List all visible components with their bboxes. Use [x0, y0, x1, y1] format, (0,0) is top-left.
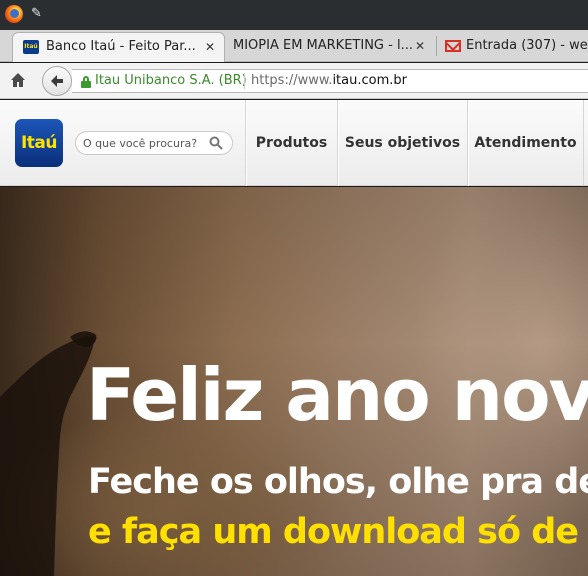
tab-itau[interactable]: Itaú Banco Itaú - Feito Par... ✕ — [12, 32, 225, 62]
site-header: Itaú Produtos Seus objetivos Atendimento — [0, 100, 588, 186]
url-text[interactable]: https://www.itau.com.br — [251, 73, 407, 88]
nav-atendimento[interactable]: Atendimento — [467, 100, 583, 186]
url-domain: itau.com.br — [332, 73, 407, 88]
url-prefix: https://www. — [251, 73, 333, 88]
home-icon[interactable] — [10, 72, 26, 88]
site-identity[interactable]: Itau Unibanco S.A. (BR) — [95, 73, 247, 88]
firefox-logo-icon[interactable] — [5, 5, 23, 23]
back-arrow-icon — [51, 75, 63, 87]
hero-title: Feliz ano novo — [86, 353, 588, 437]
pin-icon[interactable]: ✎ — [31, 6, 42, 22]
tab-miopia[interactable]: MIOPIA EM MARKETING - l... ✕ — [228, 32, 434, 62]
window-titlebar: ✎ — [0, 0, 588, 30]
hero-subtitle: Feche os olhos, olhe pra dentro — [88, 462, 588, 502]
close-tab-icon[interactable]: ✕ — [205, 33, 215, 61]
back-button[interactable] — [42, 66, 72, 96]
hero-tagline: e faça um download só de coisas boas — [88, 512, 588, 552]
lock-icon[interactable] — [81, 76, 91, 88]
search-input[interactable] — [83, 135, 203, 151]
nav-seus-objetivos[interactable]: Seus objetivos — [337, 100, 467, 186]
site-search[interactable] — [75, 131, 233, 155]
tab-strip: Itaú Banco Itaú - Feito Par... ✕ MIOPIA … — [0, 30, 588, 62]
tab-label: Entrada (307) - wes — [466, 38, 588, 53]
nav-edge — [583, 100, 588, 186]
search-icon[interactable] — [209, 136, 223, 150]
tab-label: Banco Itaú - Feito Par... — [46, 39, 196, 54]
tab-divider — [436, 36, 437, 56]
nav-produtos[interactable]: Produtos — [245, 100, 337, 186]
url-bar[interactable]: Itau Unibanco S.A. (BR) https://www.itau… — [72, 69, 588, 93]
navigation-toolbar: Itau Unibanco S.A. (BR) https://www.itau… — [0, 63, 588, 99]
hero-banner[interactable]: Feliz ano novo Feche os olhos, olhe pra … — [0, 187, 588, 576]
close-tab-icon[interactable]: ✕ — [415, 32, 425, 60]
gmail-favicon-icon — [445, 40, 461, 52]
itau-favicon-icon: Itaú — [23, 40, 39, 54]
url-divider — [244, 73, 245, 89]
itau-logo[interactable]: Itaú — [15, 119, 63, 167]
tab-gmail[interactable]: Entrada (307) - wes — [440, 32, 588, 62]
tab-label: MIOPIA EM MARKETING - l... — [233, 38, 413, 53]
